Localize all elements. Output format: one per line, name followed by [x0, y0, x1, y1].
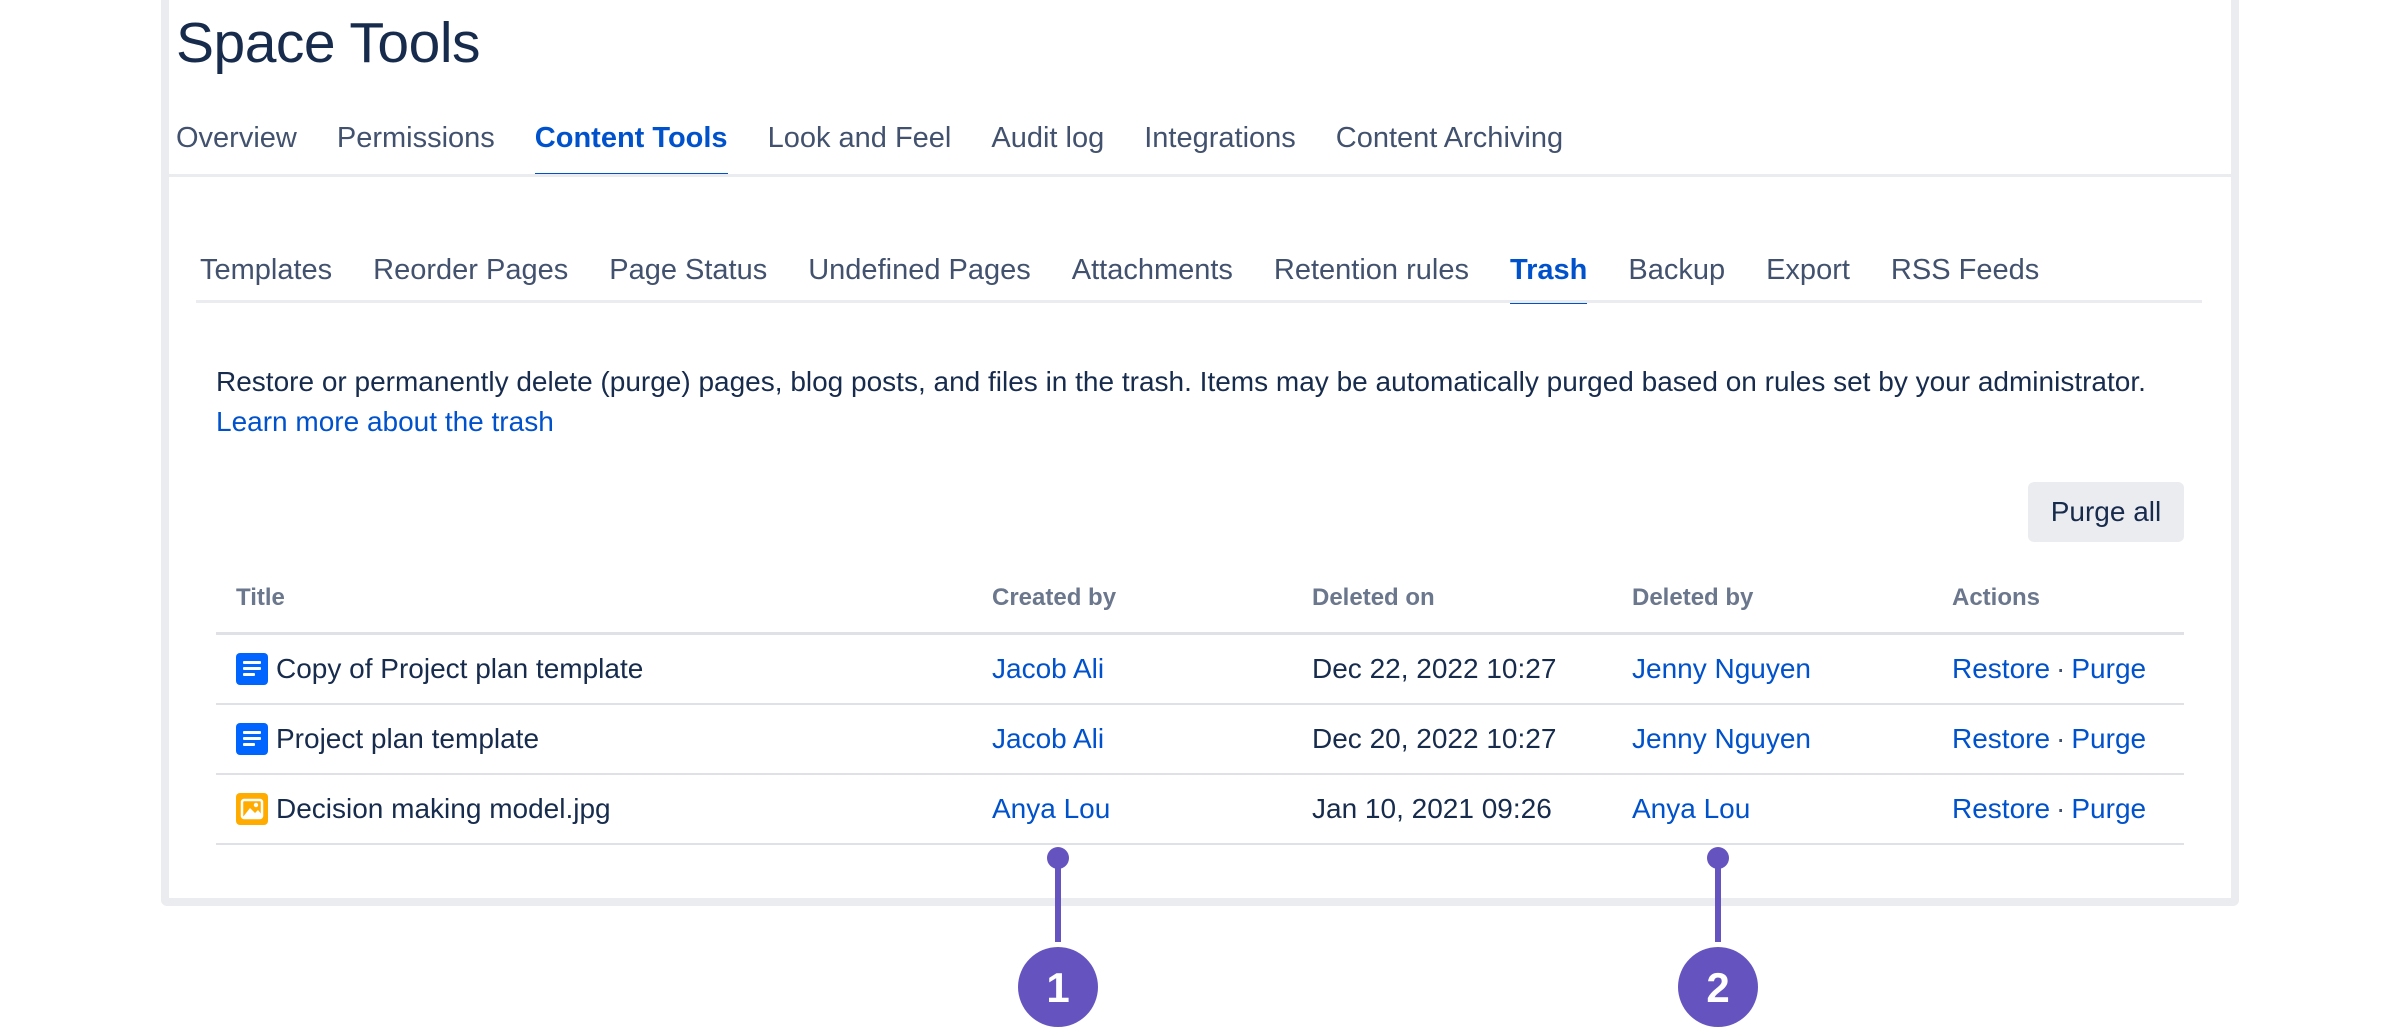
- callout-2-number: 2: [1706, 964, 1729, 1011]
- callout-annotations: 1 2: [1018, 847, 1758, 1027]
- callout-1-number: 1: [1046, 964, 1069, 1011]
- callout-1: 1: [1018, 847, 1098, 1027]
- callout-2: 2: [1678, 847, 1758, 1027]
